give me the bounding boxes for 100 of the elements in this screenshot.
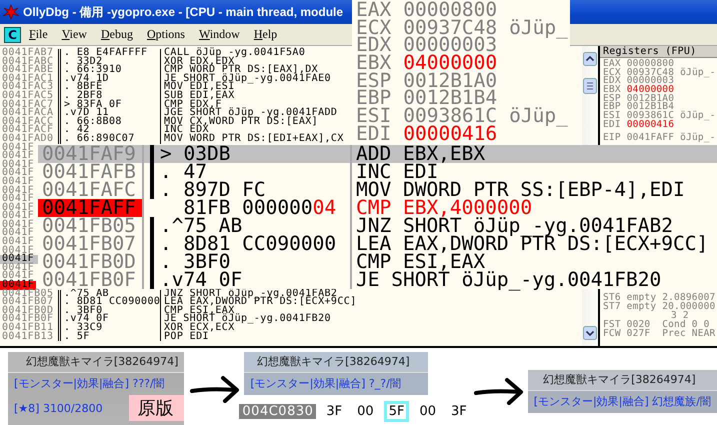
- menu-item[interactable]: File: [29, 27, 48, 42]
- menu-item[interactable]: Help: [254, 27, 278, 42]
- instruction-cell-text: JGE SHORT öJüp_-yg.0041FADD: [163, 109, 338, 118]
- disassembly-row[interactable]: 0041FAF9 > 03DB ADD EBX,EBX: [38, 145, 717, 163]
- address-cell[interactable]: 0041FABE: [0, 66, 61, 75]
- card-title: 幻想魔獣キマイラ[38264974]: [244, 352, 428, 373]
- fpu-line: FST 0020 Cond 0 0: [603, 320, 710, 329]
- arrow-icon: [190, 375, 240, 403]
- disassembly-row[interactable]: 0041FAFB . 47 INC EDI: [38, 163, 717, 181]
- hex-cell: . 42: [61, 126, 161, 135]
- address-cell[interactable]: 0041F: [0, 169, 36, 178]
- register-value: 00000800: [403, 1, 498, 19]
- address-cell[interactable]: 0041FAC5: [0, 92, 61, 101]
- register-comment: öJüp_-: [680, 134, 716, 142]
- note-label: 原版: [129, 395, 184, 421]
- card-type-line: [モンスター|効果|融合] 幻想魔族/闇: [532, 394, 712, 410]
- register-name: ECX: [603, 68, 621, 78]
- address-cell[interactable]: 0041F: [0, 238, 36, 247]
- instruction-cell-text: INC EDX: [163, 126, 209, 135]
- register-name: ESI: [603, 112, 621, 121]
- fpu-line: 3 2: [671, 311, 690, 320]
- hex-cell-text: . 3BF0: [159, 253, 230, 271]
- address-cell[interactable]: 0041FACA: [0, 109, 61, 118]
- register-comment: öJüp_: [509, 107, 568, 125]
- scroll-up-button[interactable]: [583, 52, 597, 66]
- disassembly-row[interactable]: 0041FB0F .v74 0F JE SHORT öJüp_-yg.0041FB20: [38, 271, 717, 289]
- disassembly-row[interactable]: 0041FB0D . 3BF0 CMP ESI,EAX: [38, 253, 717, 271]
- dump-address: 004C0830: [239, 404, 316, 419]
- register-comment: öJüp_-: [680, 68, 716, 78]
- byte-value: 3F: [450, 403, 468, 421]
- register-name: EDI: [356, 124, 392, 142]
- fpu-line: ST7 empty 20.000000: [603, 302, 716, 311]
- card-type-line: [モンスター|効果|融合] ?_?/闇: [249, 376, 402, 392]
- address-cell: 0041FAF9: [38, 145, 144, 163]
- byte-value: 5F: [384, 401, 410, 422]
- instruction-cell-text: JE SHORT öJüp_-yg.0041FB20: [355, 271, 662, 289]
- hex-cell: .v74 0F: [61, 315, 161, 324]
- address-cell: 0041FAFF: [38, 199, 144, 217]
- address-cell: 0041FB05: [38, 217, 144, 235]
- address-cell[interactable]: 0041F: [0, 178, 36, 186]
- fpu-line: ST6 empty 2.0896007: [603, 293, 716, 302]
- instruction-cell-text: MOV DWORD PTR SS:[EBP-4],EDI: [355, 181, 685, 199]
- hex-cell-text: . 897D FC: [159, 181, 266, 199]
- register-value: 0012B1A0: [626, 94, 674, 104]
- address-cell[interactable]: 0041FB11: [0, 324, 61, 333]
- byte-value: 00: [418, 403, 437, 421]
- scroll-thumb[interactable]: [583, 78, 597, 94]
- menu-item[interactable]: Options: [146, 27, 185, 42]
- hex-cell: . 66:890C07: [61, 134, 161, 144]
- instruction-cell-text: INC EDI: [355, 163, 438, 181]
- instruction-cell-text: MOV EDI,ESI: [163, 83, 235, 92]
- address-cell[interactable]: 0041F: [0, 281, 36, 290]
- address-cell[interactable]: 0041FACF: [0, 126, 61, 135]
- hex-cell: . 66:3910: [61, 66, 161, 75]
- instruction-cell-text: JE SHORT öJüp_-yg.0041FB20: [163, 315, 331, 324]
- hex-cell: . 2BF8: [61, 92, 161, 101]
- hex-cell: . 5F: [61, 332, 161, 342]
- instruction-cell-text: MOV WORD PTR DS:[EDI+EAX],CX: [163, 134, 344, 144]
- register-name: ESP: [356, 72, 392, 90]
- address-cell[interactable]: 0041F: [0, 255, 36, 264]
- register-value: 00000800: [626, 60, 674, 69]
- address-cell[interactable]: 0041FAC3: [0, 83, 61, 92]
- register-comment: öJüp_: [509, 18, 568, 36]
- card-stats: [★8] 3100/2800: [14, 402, 103, 414]
- address-cell: 0041FB07: [38, 235, 144, 253]
- register-name: ECX: [356, 18, 392, 36]
- card-type-line: [モンスター|効果|融合] ???/闇: [13, 376, 166, 392]
- registers-header: Registers (FPU): [600, 46, 717, 58]
- register-comment: öJüp_-: [680, 112, 716, 121]
- hex-cell: .v7D 11: [61, 109, 161, 118]
- instruction-cell-text: JNZ SHORT öJüp_-yg.0041FAB2: [355, 217, 673, 235]
- address-cell[interactable]: 0041FB13: [0, 332, 61, 342]
- register-value: 0012B1B4: [626, 103, 674, 112]
- register-name: EBX: [356, 54, 392, 72]
- register-value: 0012B1A0: [403, 72, 498, 90]
- address-cell[interactable]: 0041FB0F: [0, 315, 61, 324]
- disassembly-row[interactable]: 0041FAFF 81FB 00000004 CMP EBX,4000000: [38, 199, 717, 217]
- register-value: 00937C48: [626, 68, 674, 78]
- hex-cell: . 8D81 CC090000: [61, 298, 161, 307]
- address-cell[interactable]: 0041F: [0, 195, 36, 204]
- register-name: EBP: [356, 89, 392, 108]
- menu-item[interactable]: Window: [198, 27, 240, 42]
- register-value: 0012B1B4: [403, 89, 498, 108]
- address-cell[interactable]: 0041FB07: [0, 298, 61, 307]
- hex-cell: . 8BFE: [61, 83, 161, 92]
- register-value: 04000000: [403, 54, 498, 72]
- hex-cell-text: . 8D81 CC090000: [159, 235, 336, 253]
- menu-item[interactable]: View: [62, 27, 87, 42]
- register-name: EAX: [356, 1, 392, 19]
- bug-icon: [2, 3, 20, 21]
- system-menu-button[interactable]: C: [4, 26, 21, 42]
- address-cell[interactable]: 0041F: [0, 152, 36, 161]
- register-value: 0093861C: [403, 107, 498, 125]
- scroll-down-button[interactable]: [583, 326, 597, 340]
- hex-cell-text: 81FB 00000004: [183, 199, 336, 217]
- menu-item[interactable]: Debug: [100, 27, 133, 42]
- address-cell[interactable]: 0041FAB7: [0, 49, 61, 58]
- hex-cell-text: . 47: [159, 163, 207, 181]
- address-cell[interactable]: 0041F: [0, 212, 36, 221]
- disassembly-row[interactable]: 0041FB05 .^75 AB JNZ SHORT öJüp_-yg.0041FAB2: [38, 217, 717, 235]
